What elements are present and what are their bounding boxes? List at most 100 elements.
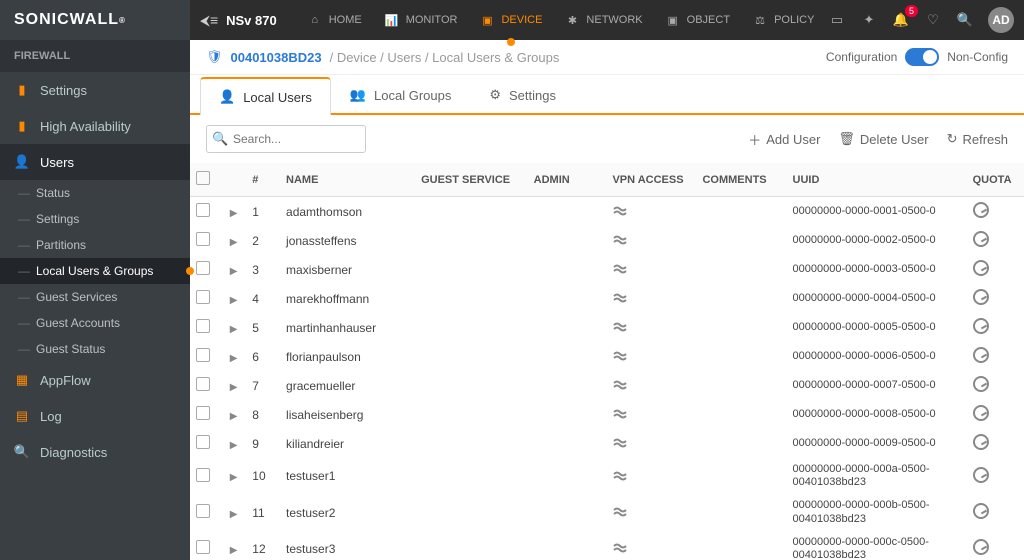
row-name: florianpaulson [280, 342, 415, 371]
expand-icon[interactable]: ▶ [230, 382, 238, 393]
quota-icon [973, 260, 989, 276]
expand-icon[interactable]: ▶ [230, 295, 238, 306]
col-num: # [246, 163, 280, 197]
table-row: ▶8lisaheisenberg00000000-0000-0008-0500-… [190, 400, 1024, 429]
expand-icon[interactable]: ▶ [230, 237, 238, 248]
help-icon[interactable]: ♡ [924, 11, 942, 29]
sidebar-section-firewall: FIREWALL [0, 40, 190, 72]
sidebar-sub-status[interactable]: Status [0, 180, 190, 206]
refresh-icon: ↻ [947, 131, 958, 147]
tab-local-groups[interactable]: 👥Local Groups [331, 76, 471, 113]
row-name: gracemueller [280, 371, 415, 400]
sidebar-sub-partitions[interactable]: Partitions [0, 232, 190, 258]
tabs: 👤Local Users 👥Local Groups ⚙Settings [190, 75, 1024, 115]
vpn-icon [612, 407, 628, 422]
tab-settings[interactable]: ⚙Settings [470, 76, 575, 113]
quota-icon [973, 231, 989, 247]
refresh-button[interactable]: ↻Refresh [947, 130, 1008, 149]
expand-icon[interactable]: ▶ [230, 472, 238, 483]
sidebar-item-settings[interactable]: ▮Settings [0, 72, 190, 108]
row-uuid: 00000000-0000-0003-0500-0 [787, 255, 967, 284]
row-checkbox[interactable] [196, 232, 210, 246]
vpn-icon [612, 320, 628, 335]
expand-icon[interactable]: ▶ [230, 353, 238, 364]
sidebar-item-log[interactable]: ▤Log [0, 398, 190, 434]
row-num: 5 [246, 313, 280, 342]
row-checkbox[interactable] [196, 203, 210, 217]
search-box: 🔍 [206, 125, 366, 153]
topnav-network[interactable]: ✱NETWORK [564, 0, 642, 40]
topnav-home[interactable]: ⌂HOME [307, 0, 362, 40]
row-uuid: 00000000-0000-000c-0500-00401038bd23 [787, 531, 967, 560]
breadcrumb-path: / Device / Users / Local Users & Groups [330, 50, 560, 65]
row-checkbox[interactable] [196, 290, 210, 304]
vpn-icon [612, 204, 628, 219]
vpn-icon [612, 469, 628, 484]
add-user-button[interactable]: ＋Add User [748, 130, 820, 149]
search-input[interactable] [206, 125, 366, 153]
topnav-policy[interactable]: ⚖POLICY [752, 0, 814, 40]
col-uuid: UUID [787, 163, 967, 197]
sidebar-item-high-availability[interactable]: ▮High Availability [0, 108, 190, 144]
col-guest: GUEST SERVICE [415, 163, 528, 197]
row-uuid: 00000000-0000-000b-0500-00401038bd23 [787, 494, 967, 530]
topnav-object[interactable]: ▣OBJECT [665, 0, 730, 40]
object-icon: ▣ [665, 12, 681, 28]
config-toggle[interactable]: Configuration Non-Config [826, 48, 1008, 66]
sidebar-sub-local-users-groups[interactable]: Local Users & Groups [0, 258, 190, 284]
table-row: ▶9kiliandreier00000000-0000-0009-0500-0 [190, 429, 1024, 458]
sidebar-sub-guest-status[interactable]: Guest Status [0, 336, 190, 362]
row-checkbox[interactable] [196, 348, 210, 362]
back-icon[interactable]: ⮜≡ [200, 12, 218, 29]
plus-icon: ＋ [748, 130, 761, 149]
notifications-icon[interactable]: 🔔5 [892, 11, 910, 29]
tab-local-users[interactable]: 👤Local Users [200, 77, 331, 115]
avatar[interactable]: AD [988, 7, 1014, 33]
sidebar-item-diagnostics[interactable]: 🔍Diagnostics [0, 434, 190, 470]
vpn-icon [612, 233, 628, 248]
row-checkbox[interactable] [196, 540, 210, 554]
expand-icon[interactable]: ▶ [230, 411, 238, 422]
config-label: Configuration [826, 50, 897, 64]
quota-icon [973, 202, 989, 218]
appflow-icon: ▦ [14, 372, 30, 388]
row-checkbox[interactable] [196, 319, 210, 333]
expand-icon[interactable]: ▶ [230, 545, 238, 556]
quota-icon [973, 503, 989, 519]
breadcrumb-mac[interactable]: 00401038BD23 [231, 50, 322, 65]
row-checkbox[interactable] [196, 261, 210, 275]
row-checkbox[interactable] [196, 504, 210, 518]
topnav-device[interactable]: ▣DEVICE [479, 0, 542, 40]
sidebar-sub-guest-accounts[interactable]: Guest Accounts [0, 310, 190, 336]
row-checkbox[interactable] [196, 468, 210, 482]
row-checkbox[interactable] [196, 377, 210, 391]
expand-icon[interactable]: ▶ [230, 266, 238, 277]
table-row: ▶6florianpaulson00000000-0000-0006-0500-… [190, 342, 1024, 371]
row-num: 1 [246, 197, 280, 227]
expand-icon[interactable]: ▶ [230, 440, 238, 451]
row-num: 7 [246, 371, 280, 400]
select-all-checkbox[interactable] [196, 171, 210, 185]
row-checkbox[interactable] [196, 435, 210, 449]
trash-icon: 🗑 [838, 131, 855, 147]
expand-icon[interactable]: ▶ [230, 208, 238, 219]
delete-user-button[interactable]: 🗑Delete User [838, 130, 928, 149]
col-admin: ADMIN [528, 163, 607, 197]
sidebar-item-users[interactable]: 👤Users [0, 144, 190, 180]
network-icon: ✱ [564, 12, 580, 28]
sidebar-item-appflow[interactable]: ▦AppFlow [0, 362, 190, 398]
diagnostics-icon: 🔍 [14, 444, 30, 460]
quota-icon [973, 318, 989, 334]
toggle-switch[interactable] [905, 48, 939, 66]
vpn-icon [612, 541, 628, 556]
expand-icon[interactable]: ▶ [230, 324, 238, 335]
sidebar-sub-guest-services[interactable]: Guest Services [0, 284, 190, 310]
search-icon[interactable]: 🔍 [956, 11, 974, 29]
expand-icon[interactable]: ▶ [230, 509, 238, 520]
topnav-monitor[interactable]: 📊MONITOR [384, 0, 458, 40]
terminal-icon[interactable]: ▭ [828, 11, 846, 29]
row-checkbox[interactable] [196, 406, 210, 420]
row-name: adamthomson [280, 197, 415, 227]
pin-icon[interactable]: ✦ [860, 11, 878, 29]
sidebar-sub-settings[interactable]: Settings [0, 206, 190, 232]
